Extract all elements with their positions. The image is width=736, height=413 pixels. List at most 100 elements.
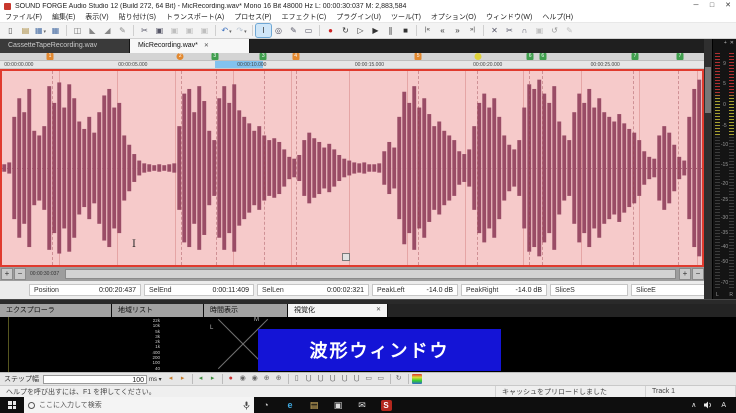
envelope-tool-button[interactable]: ▭ [301,24,316,37]
status-field-slices[interactable]: SliceS [550,284,628,296]
normalize-button[interactable]: ✎ [115,24,130,37]
step-button[interactable]: ▸ [208,374,218,384]
clipboard-button[interactable]: ▣ [532,24,547,37]
time-ruler[interactable]: 00:00:00.00000:00:05.00000:00:10.00000:0… [0,61,704,69]
step-button[interactable]: ⋃ [316,374,326,384]
play-button[interactable]: ▶ [368,24,383,37]
menu-item-8[interactable]: ツール(T) [386,12,426,23]
step-button[interactable]: ◂ [166,374,176,384]
step-button[interactable]: ▸ [178,374,188,384]
marker-flag-7[interactable]: 7 [677,53,684,60]
loop-playback-button[interactable]: ↻ [338,24,353,37]
menu-item-4[interactable]: トランスポート(A) [161,12,229,23]
document-tab-1[interactable]: MicRecording.wav*✕ [130,39,250,53]
close-button[interactable]: ✕ [720,0,736,12]
menu-item-1[interactable]: 編集(E) [47,12,80,23]
status-field-peakleft[interactable]: PeakLeft-14.0 dB [372,284,458,296]
vertical-scrollbar[interactable] [704,39,712,299]
marker-flag-5[interactable]: 5 [415,53,422,60]
step-button[interactable]: ▭ [364,374,374,384]
step-button[interactable]: ◂ [196,374,206,384]
delete-button[interactable]: ✕ [487,24,502,37]
taskbar-icon-sound-forge[interactable]: S [374,397,398,413]
menu-item-3[interactable]: 貼り付け(S) [114,12,161,23]
marker-strip[interactable]: 1233456677 [0,53,704,61]
menu-item-7[interactable]: プラグイン(U) [331,12,386,23]
step-button[interactable] [412,374,422,384]
taskbar-icon-file-explorer[interactable]: ▤ [302,397,326,413]
marker-flag-7[interactable]: 7 [632,53,639,60]
fade-in-button[interactable]: ◣ [85,24,100,37]
zoom-out-button-right[interactable]: − [692,268,704,280]
taskbar-icon-mail[interactable]: ✉ [350,397,374,413]
menu-item-9[interactable]: オプション(O) [426,12,481,23]
menu-item-11[interactable]: ヘルプ(H) [537,12,578,23]
meter-close-button[interactable]: ✕ [730,39,734,47]
marker-flag-2[interactable]: 2 [177,53,184,60]
step-button[interactable]: ● [226,374,236,384]
status-field-position[interactable]: Position0:00:20:437 [29,284,141,296]
menu-item-5[interactable]: プロセス(P) [229,12,276,23]
step-button[interactable]: ⋃ [304,374,314,384]
bottom-tab-2[interactable]: 時間表示 [204,304,288,317]
tab-close-icon[interactable]: ✕ [204,39,209,53]
minimize-button[interactable]: ─ [688,0,704,12]
pause-button[interactable]: ∥ [383,24,398,37]
vertical-scrollbar-thumb[interactable] [705,67,711,113]
properties-button[interactable]: ◫ [70,24,85,37]
step-width-input[interactable]: 100 [43,375,147,384]
marker-flag-3[interactable]: 3 [211,53,218,60]
bottom-tab-1[interactable]: 地域リスト [112,304,204,317]
step-button[interactable]: ▯ [292,374,302,384]
step-button[interactable]: ⊕ [274,374,284,384]
waveform-display[interactable]: I [0,69,704,267]
step-button[interactable]: ▭ [376,374,386,384]
status-field-selend[interactable]: SelEnd0:00:11:409 [144,284,254,296]
marker-flag-4[interactable]: 4 [292,53,299,60]
save-all-button[interactable]: ▦ [48,24,63,37]
start-button[interactable] [0,397,24,413]
trim-crop-button[interactable]: ✂ [502,24,517,37]
edit-tool-button[interactable]: I [256,24,271,37]
waveform-handle[interactable] [342,253,350,261]
step-button[interactable]: ◉ [238,374,248,384]
step-button[interactable]: ◉ [250,374,260,384]
maximize-button[interactable]: □ [704,0,720,12]
step-button[interactable]: ⋃ [352,374,362,384]
taskbar-icon-store[interactable]: ▣ [326,397,350,413]
status-field-sellen[interactable]: SelLen0:00:02:321 [257,284,369,296]
taskbar-icon-edge-browser[interactable]: e [278,397,302,413]
pencil-tool-button[interactable]: ✎ [286,24,301,37]
zoom-in-button[interactable]: + [1,268,13,280]
record-button[interactable]: ● [323,24,338,37]
step-button[interactable]: ⋃ [328,374,338,384]
horizontal-scrollbar[interactable]: + − 00:00:30:037 + − [0,267,704,281]
meter-add-button[interactable]: + [724,39,727,47]
bottom-tab-0[interactable]: エクスプローラ [0,304,112,317]
marker-flag-1[interactable]: 1 [46,53,53,60]
menu-item-6[interactable]: エフェクト(C) [277,12,332,23]
ime-indicator[interactable]: A [721,402,726,409]
save-file-button[interactable]: ▦▾ [33,24,48,37]
speaker-icon[interactable] [704,401,713,409]
scrollbar-thumb[interactable] [65,269,676,279]
tray-chevron-icon[interactable]: ∧ [691,401,696,409]
copy-button[interactable]: ▣ [152,24,167,37]
microphone-icon[interactable] [243,401,250,410]
mix-button[interactable]: ▣ [182,24,197,37]
undo-all-button[interactable]: ↺ [547,24,562,37]
status-field-slicee[interactable]: SliceE [631,284,709,296]
taskbar-icon-cortana[interactable]: ◔ [254,397,278,413]
stop-button[interactable]: ■ [398,24,413,37]
auto-snap-button[interactable]: ✎ [562,24,577,37]
tab-close-icon[interactable]: ✕ [376,304,381,317]
fade-out-button[interactable]: ◢ [100,24,115,37]
menu-item-2[interactable]: 表示(V) [80,12,113,23]
step-unit-dropdown[interactable]: ms ▾ [149,376,162,383]
new-file-button[interactable]: ▯ [3,24,18,37]
step-button[interactable]: ⊕ [262,374,272,384]
insert-marker-button[interactable]: ∩ [517,24,532,37]
rewind-button[interactable]: « [435,24,450,37]
step-button[interactable]: ↻ [394,374,404,384]
document-tab-0[interactable]: CassetteTapeRecording.wav [0,39,130,53]
